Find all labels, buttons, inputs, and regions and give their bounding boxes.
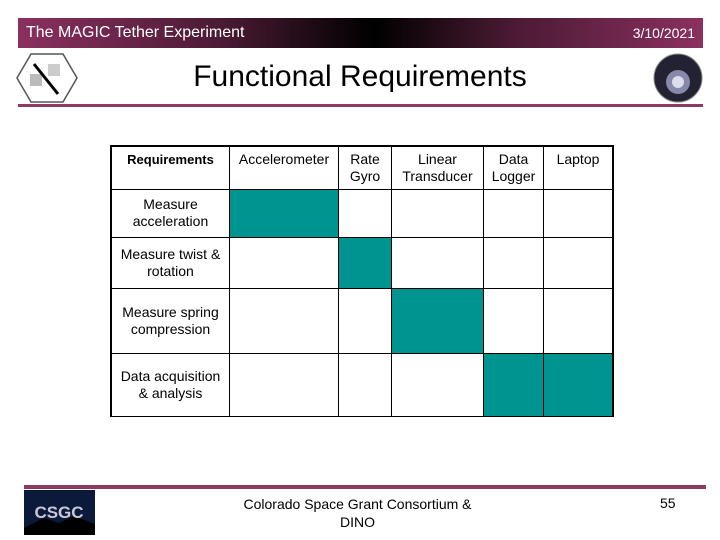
header-cell: Rate Gyro — [338, 145, 392, 190]
filled-cell — [543, 352, 614, 417]
requirements-table: Requirements Accelerometer Rate Gyro Lin… — [110, 145, 614, 417]
empty-cell — [483, 287, 544, 354]
page-number: 55 — [660, 495, 676, 511]
header-cell: Requirements — [110, 145, 230, 190]
table-row: Measure acceleration — [110, 188, 614, 238]
divider — [18, 104, 703, 107]
empty-cell — [543, 236, 614, 289]
empty-cell — [391, 188, 484, 238]
filled-cell — [229, 188, 339, 238]
filled-cell — [338, 236, 392, 289]
filled-cell — [483, 352, 544, 417]
header-cell: Linear Transducer — [391, 145, 484, 190]
csgc-logo-icon: CSGC — [24, 490, 95, 535]
footer-divider — [24, 485, 706, 489]
table-row: Measure twist & rotation — [110, 236, 614, 289]
requirement-label: Measure acceleration — [110, 188, 230, 238]
header-bar: The MAGIC Tether Experiment 3/10/2021 — [18, 18, 703, 48]
table-row: Data acquisition & analysis — [110, 352, 614, 417]
table-row: Measure spring compression — [110, 287, 614, 354]
slide-title: Functional Requirements — [193, 60, 527, 93]
empty-cell — [483, 236, 544, 289]
header-date: 3/10/2021 — [632, 25, 695, 41]
empty-cell — [229, 287, 339, 354]
header-title: The MAGIC Tether Experiment — [26, 24, 245, 41]
empty-cell — [391, 236, 484, 289]
requirement-label: Data acquisition & analysis — [110, 352, 230, 417]
header-cell: Laptop — [543, 145, 614, 190]
empty-cell — [338, 352, 392, 417]
table-header-row: Requirements Accelerometer Rate Gyro Lin… — [110, 145, 614, 190]
empty-cell — [229, 352, 339, 417]
svg-text:CSGC: CSGC — [34, 503, 83, 522]
empty-cell — [338, 287, 392, 354]
header-cell: Data Logger — [483, 145, 544, 190]
footer-text: Colorado Space Grant Consortium & DINO — [243, 496, 472, 530]
requirement-label: Measure twist & rotation — [110, 236, 230, 289]
filled-cell — [391, 287, 484, 354]
empty-cell — [391, 352, 484, 417]
empty-cell — [229, 236, 339, 289]
empty-cell — [338, 188, 392, 238]
header-cell: Accelerometer — [229, 145, 339, 190]
empty-cell — [543, 188, 614, 238]
empty-cell — [483, 188, 544, 238]
requirement-label: Measure spring compression — [110, 287, 230, 354]
empty-cell — [543, 287, 614, 354]
